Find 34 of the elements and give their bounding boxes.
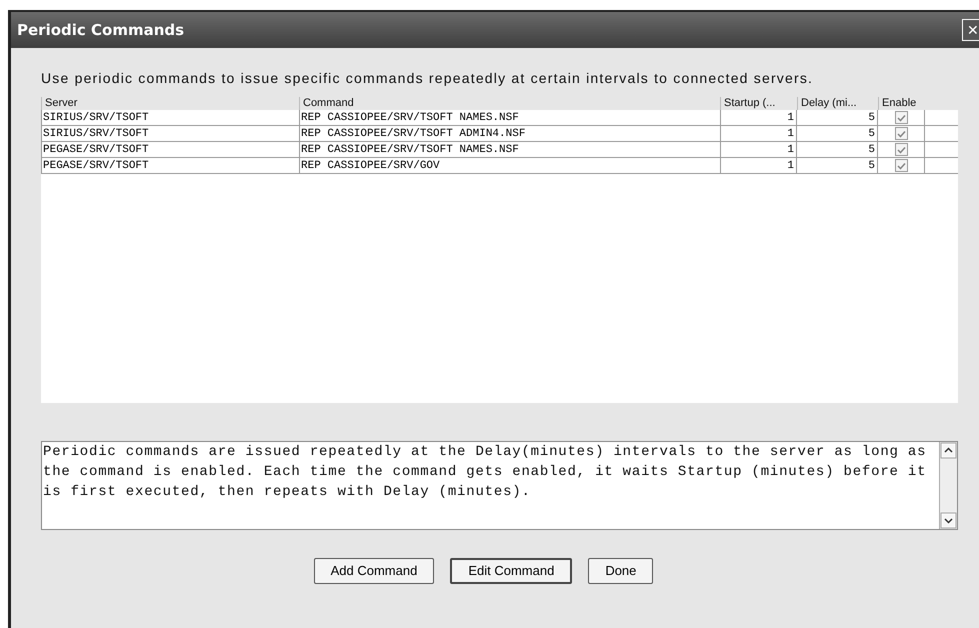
scroll-down-icon[interactable] — [940, 512, 957, 529]
table-row[interactable]: SIRIUS/SRV/TSOFT REP CASSIOPEE/SRV/TSOFT ADMIN4.NSF 1 5 — [41, 126, 958, 142]
table-cell: PEGASE/SRV/TSOFT — [41, 142, 299, 157]
dialog-button[interactable]: Edit Command — [450, 558, 572, 584]
table-row[interactable]: PEGASE/SRV/TSOFT REP CASSIOPEE/SRV/GOV 1 5 — [41, 158, 958, 174]
enable-checkbox[interactable] — [894, 127, 908, 140]
table-cell: 1 — [720, 110, 797, 125]
table-cell: 5 — [797, 126, 878, 141]
table-cell: REP CASSIOPEE/SRV/TSOFT NAMES.NSF — [299, 110, 720, 125]
table-row[interactable]: PEGASE/SRV/TSOFT REP CASSIOPEE/SRV/TSOFT NAMES.NSF 1 5 — [41, 142, 958, 158]
enable-checkbox[interactable] — [894, 111, 908, 124]
table-cell: SIRIUS/SRV/TSOFT — [41, 126, 299, 141]
table-cell: REP CASSIOPEE/SRV/TSOFT NAMES.NSF — [299, 142, 720, 157]
intro-text: Use periodic commands to issue specific commands repeatedly at certain intervals to connected servers. — [41, 69, 814, 88]
close-button[interactable]: ✕ — [962, 19, 979, 41]
table-cell: 1 — [720, 158, 797, 173]
enable-checkbox[interactable] — [894, 143, 908, 156]
dialog-button[interactable]: Add Command — [314, 558, 434, 584]
table-cell: 5 — [797, 158, 878, 173]
table-cell: 5 — [797, 142, 878, 157]
scrollbar[interactable] — [939, 442, 957, 529]
table-row[interactable]: SIRIUS/SRV/TSOFT REP CASSIOPEE/SRV/TSOFT NAMES.NSF 1 5 — [41, 110, 958, 126]
enable-checkbox[interactable] — [894, 159, 908, 172]
dialog-button[interactable]: Done — [588, 558, 654, 584]
table-cell: 1 — [720, 126, 797, 141]
table-cell: SIRIUS/SRV/TSOFT — [41, 110, 299, 125]
table-cell: REP CASSIOPEE/SRV/GOV — [299, 158, 720, 173]
table-cell: 1 — [720, 142, 797, 157]
description-text: Periodic commands are issued repeatedly at the Delay(minutes) intervals to the server as long as the command is enabled. Each time the command gets enabled, it waits Startup (minutes) before it is first executed, then repeats with Delay (minutes). — [42, 443, 928, 502]
table-cell: REP CASSIOPEE/SRV/TSOFT ADMIN4.NSF — [299, 126, 720, 141]
table-cell: PEGASE/SRV/TSOFT — [41, 158, 299, 173]
scroll-up-icon[interactable] — [940, 442, 957, 459]
table-cell: 5 — [797, 110, 878, 125]
window-title: Periodic Commands — [17, 20, 184, 41]
